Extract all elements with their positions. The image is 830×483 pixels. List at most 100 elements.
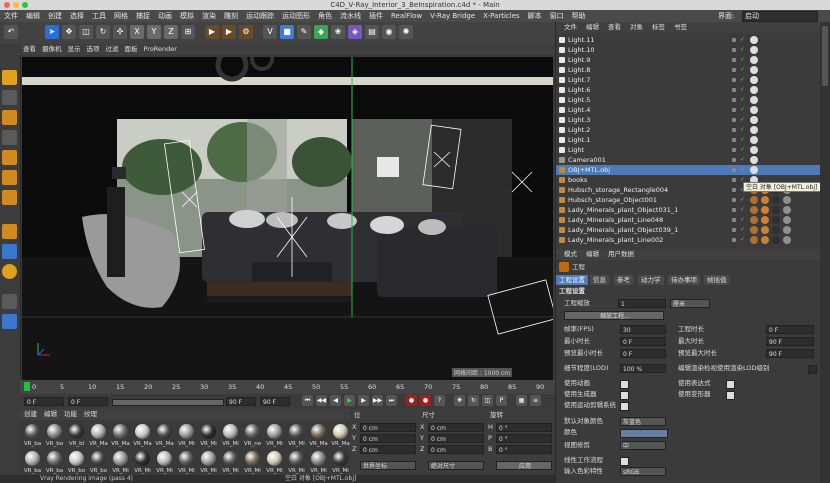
menu-item[interactable]: 流水线 (336, 10, 365, 22)
material-tag-icon[interactable] (750, 216, 758, 224)
visibility-dot[interactable] (732, 68, 736, 72)
material-menu-item[interactable]: 编辑 (44, 409, 57, 420)
object-row[interactable]: Lady_Minerals_plant_Object039_1 ✓ (556, 225, 821, 235)
enabled-check-icon[interactable]: ✓ (740, 197, 745, 203)
size-z-field[interactable]: 0 cm (428, 445, 484, 454)
material-menu-item[interactable]: 功能 (64, 409, 77, 420)
material-tag-icon[interactable] (750, 146, 758, 154)
go-to-end-icon[interactable]: ⏭ (386, 395, 397, 406)
material-tag-icon[interactable] (750, 66, 758, 74)
menu-item[interactable]: 网格 (110, 10, 132, 22)
visibility-dot[interactable] (732, 198, 736, 202)
light-icon[interactable]: ✺ (399, 25, 413, 39)
object-row[interactable]: Light.7 ✓ (556, 75, 821, 85)
enable-axis-icon[interactable] (2, 224, 17, 239)
go-to-start-icon[interactable]: ⏮ (302, 395, 313, 406)
material-swatch[interactable]: VR_Mi (198, 450, 219, 476)
visibility-dot[interactable] (732, 168, 736, 172)
menu-item[interactable]: 雕刻 (220, 10, 242, 22)
subdivision-icon[interactable]: ◆ (314, 25, 328, 39)
material-tag-icon[interactable] (750, 156, 758, 164)
material-swatch[interactable]: VR_Mi (220, 450, 241, 476)
3d-viewport[interactable]: 网格间距 : 1000 cm (22, 57, 553, 380)
material-swatch[interactable]: VR_Mi (286, 423, 307, 449)
material-swatch[interactable]: VR_Mi (330, 450, 351, 476)
visibility-dot[interactable] (732, 238, 736, 242)
material-tag-icon[interactable] (750, 46, 758, 54)
lod-field[interactable]: 100 % (620, 364, 666, 373)
menu-item[interactable]: 角色 (314, 10, 336, 22)
material-tag-icon[interactable] (772, 196, 780, 204)
visibility-dot[interactable] (732, 88, 736, 92)
position-z-field[interactable]: 0 cm (360, 445, 416, 454)
prev-key-icon[interactable]: ◀◀ (316, 395, 327, 406)
visibility-dot[interactable] (732, 138, 736, 142)
use-expressions-checkbox[interactable] (726, 380, 735, 389)
size-x-field[interactable]: 0 cm (428, 423, 484, 432)
material-swatch[interactable]: VR_Ma (132, 423, 153, 449)
visibility-dot[interactable] (732, 158, 736, 162)
scale-icon[interactable]: ◫ (79, 25, 93, 39)
object-row[interactable]: Light.10 ✓ (556, 45, 821, 55)
object-menu-item[interactable]: 对象 (630, 22, 643, 33)
object-row[interactable]: Light.3 ✓ (556, 115, 821, 125)
object-row[interactable]: Light.4 ✓ (556, 105, 821, 115)
viewport-menu-item[interactable]: 查看 (20, 44, 39, 55)
object-row[interactable]: OBJ+MTL.obj ✓ (556, 165, 821, 175)
tab-dynamics[interactable]: 动力学 (638, 275, 664, 285)
floor-icon[interactable]: ▤ (365, 25, 379, 39)
menu-item[interactable]: X-Particles (479, 10, 523, 22)
object-row[interactable]: Lady_Minerals_plant_Line002 ✓ (556, 235, 821, 245)
frame-start-field[interactable]: 0 F (24, 397, 64, 406)
rotation-p-field[interactable]: 0 ° (496, 434, 552, 443)
apply-button[interactable]: 应用 (496, 461, 552, 470)
viewport-menu-item[interactable]: 显示 (65, 44, 84, 55)
right-scrollbar[interactable] (820, 22, 830, 483)
material-tag-icon[interactable] (772, 226, 780, 234)
material-swatch[interactable]: VR_ba (22, 450, 43, 476)
frame-end-field-2[interactable]: 90 F (260, 397, 290, 406)
material-tag-icon[interactable] (750, 106, 758, 114)
key-rotation-icon[interactable]: ↻ (468, 395, 479, 406)
visibility-dot[interactable] (732, 188, 736, 192)
menu-item[interactable]: RealFlow (387, 10, 426, 22)
material-swatch[interactable]: VR_ba (22, 423, 43, 449)
material-tag-icon[interactable] (783, 206, 791, 214)
object-row[interactable]: Light ✓ (556, 145, 821, 155)
visibility-dot[interactable] (732, 128, 736, 132)
material-tag-icon[interactable] (761, 216, 769, 224)
object-row[interactable]: Light.6 ✓ (556, 85, 821, 95)
menu-item[interactable]: 文件 (0, 10, 22, 22)
close-window-button[interactable] (4, 2, 10, 8)
frame-range-slider[interactable] (112, 399, 224, 406)
material-tag-icon[interactable] (750, 116, 758, 124)
size-y-field[interactable]: 0 cm (428, 434, 484, 443)
material-swatch[interactable]: VR_Mi (110, 450, 131, 476)
locked-workplane-icon[interactable] (2, 314, 17, 329)
coordinate-system-icon[interactable]: ⊞ (181, 25, 195, 39)
material-tag-icon[interactable] (750, 196, 758, 204)
tab-info[interactable]: 信息 (590, 275, 609, 285)
tweak-icon[interactable] (2, 244, 17, 259)
key-scale-icon[interactable]: ◫ (482, 395, 493, 406)
material-swatch[interactable]: VR_Ma (154, 423, 175, 449)
viewport-menu-item[interactable]: 面板 (122, 44, 141, 55)
material-swatch[interactable]: VR_Mi (264, 450, 285, 476)
scale-unit-dropdown[interactable]: 厘米 (670, 299, 710, 308)
min-time-field[interactable]: 0 F (620, 337, 666, 346)
default-color-dropdown[interactable]: 灰蓝色 (620, 417, 666, 426)
material-tag-icon[interactable] (750, 96, 758, 104)
material-tag-icon[interactable] (750, 86, 758, 94)
visibility-dot[interactable] (732, 38, 736, 42)
visibility-dot[interactable] (732, 48, 736, 52)
material-tag-icon[interactable] (750, 226, 758, 234)
vray-icon[interactable]: V (263, 25, 277, 39)
x-axis-icon[interactable]: X (130, 25, 144, 39)
material-swatch[interactable]: VR_Mi (286, 450, 307, 476)
menu-item[interactable]: 运动跟踪 (242, 10, 278, 22)
material-tag-icon[interactable] (761, 196, 769, 204)
material-swatch[interactable]: VR_ba (44, 450, 65, 476)
attr-menu-item[interactable]: 模式 (564, 249, 577, 260)
menu-item[interactable]: 渲染 (198, 10, 220, 22)
menu-item[interactable]: 插件 (365, 10, 387, 22)
